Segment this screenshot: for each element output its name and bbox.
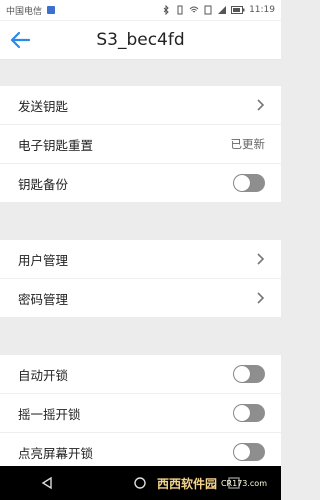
settings-group-keys: 发送钥匙 电子钥匙重置 已更新 钥匙备份 bbox=[0, 86, 281, 202]
auto-unlock-row: 自动开锁 bbox=[0, 355, 281, 394]
row-label: 用户管理 bbox=[18, 252, 69, 268]
row-label: 点亮屏幕开锁 bbox=[18, 445, 94, 461]
user-management-row[interactable]: 用户管理 bbox=[0, 240, 281, 279]
row-label: 密码管理 bbox=[18, 291, 69, 307]
chevron-right-icon bbox=[257, 253, 265, 265]
carrier-label: 中国电信 bbox=[6, 6, 43, 17]
notification-icon bbox=[47, 6, 56, 14]
key-backup-toggle[interactable] bbox=[233, 174, 265, 192]
row-label: 电子钥匙重置 bbox=[18, 137, 94, 153]
back-button[interactable] bbox=[0, 21, 40, 59]
auto-unlock-toggle[interactable] bbox=[233, 365, 265, 383]
toggle-knob bbox=[234, 405, 250, 421]
bluetooth-icon bbox=[163, 5, 169, 15]
send-key-row[interactable]: 发送钥匙 bbox=[0, 86, 281, 125]
nav-home-icon[interactable] bbox=[133, 476, 147, 490]
settings-group-management: 用户管理 密码管理 bbox=[0, 240, 281, 317]
password-management-row[interactable]: 密码管理 bbox=[0, 279, 281, 317]
key-backup-row: 钥匙备份 bbox=[0, 164, 281, 202]
clock-label: 11:19 bbox=[249, 5, 275, 15]
section-spacer bbox=[0, 60, 281, 86]
shake-unlock-row: 摇一摇开锁 bbox=[0, 394, 281, 433]
toggle-knob bbox=[234, 444, 250, 460]
app-bar: S3_bec4fd bbox=[0, 21, 281, 60]
wifi-icon bbox=[189, 6, 199, 13]
chevron-right-icon bbox=[257, 292, 265, 304]
back-arrow-icon bbox=[10, 31, 31, 49]
settings-group-unlock: 自动开锁 摇一摇开锁 点亮屏幕开锁 bbox=[0, 355, 281, 471]
status-right: 11:19 bbox=[161, 5, 275, 15]
row-label: 钥匙备份 bbox=[18, 176, 69, 192]
shake-unlock-toggle[interactable] bbox=[233, 404, 265, 422]
status-value: 已更新 bbox=[230, 137, 266, 151]
nav-back-icon[interactable] bbox=[40, 476, 54, 490]
chevron-right-icon bbox=[257, 99, 265, 111]
section-spacer bbox=[0, 317, 281, 355]
screen-on-unlock-toggle[interactable] bbox=[233, 443, 265, 461]
sim-icon bbox=[204, 5, 212, 15]
toggle-knob bbox=[234, 175, 250, 191]
row-label: 摇一摇开锁 bbox=[18, 406, 81, 422]
toggle-knob bbox=[234, 366, 250, 382]
row-label: 发送钥匙 bbox=[18, 98, 69, 114]
row-label: 自动开锁 bbox=[18, 367, 69, 383]
signal-icon bbox=[218, 6, 227, 14]
vibrate-icon bbox=[177, 5, 183, 15]
e-key-reset-row[interactable]: 电子钥匙重置 已更新 bbox=[0, 125, 281, 164]
watermark-text: 西西软件园 bbox=[156, 476, 217, 491]
section-spacer bbox=[0, 202, 281, 240]
watermark-logo: 西西软件园 CR173.com bbox=[150, 470, 273, 496]
page-title: S3_bec4fd bbox=[96, 30, 185, 50]
battery-icon bbox=[231, 6, 245, 14]
status-left: 中国电信 bbox=[6, 4, 56, 17]
status-bar: 中国电信 11:19 bbox=[0, 0, 281, 21]
watermark-sub: CR173.com bbox=[220, 478, 267, 488]
